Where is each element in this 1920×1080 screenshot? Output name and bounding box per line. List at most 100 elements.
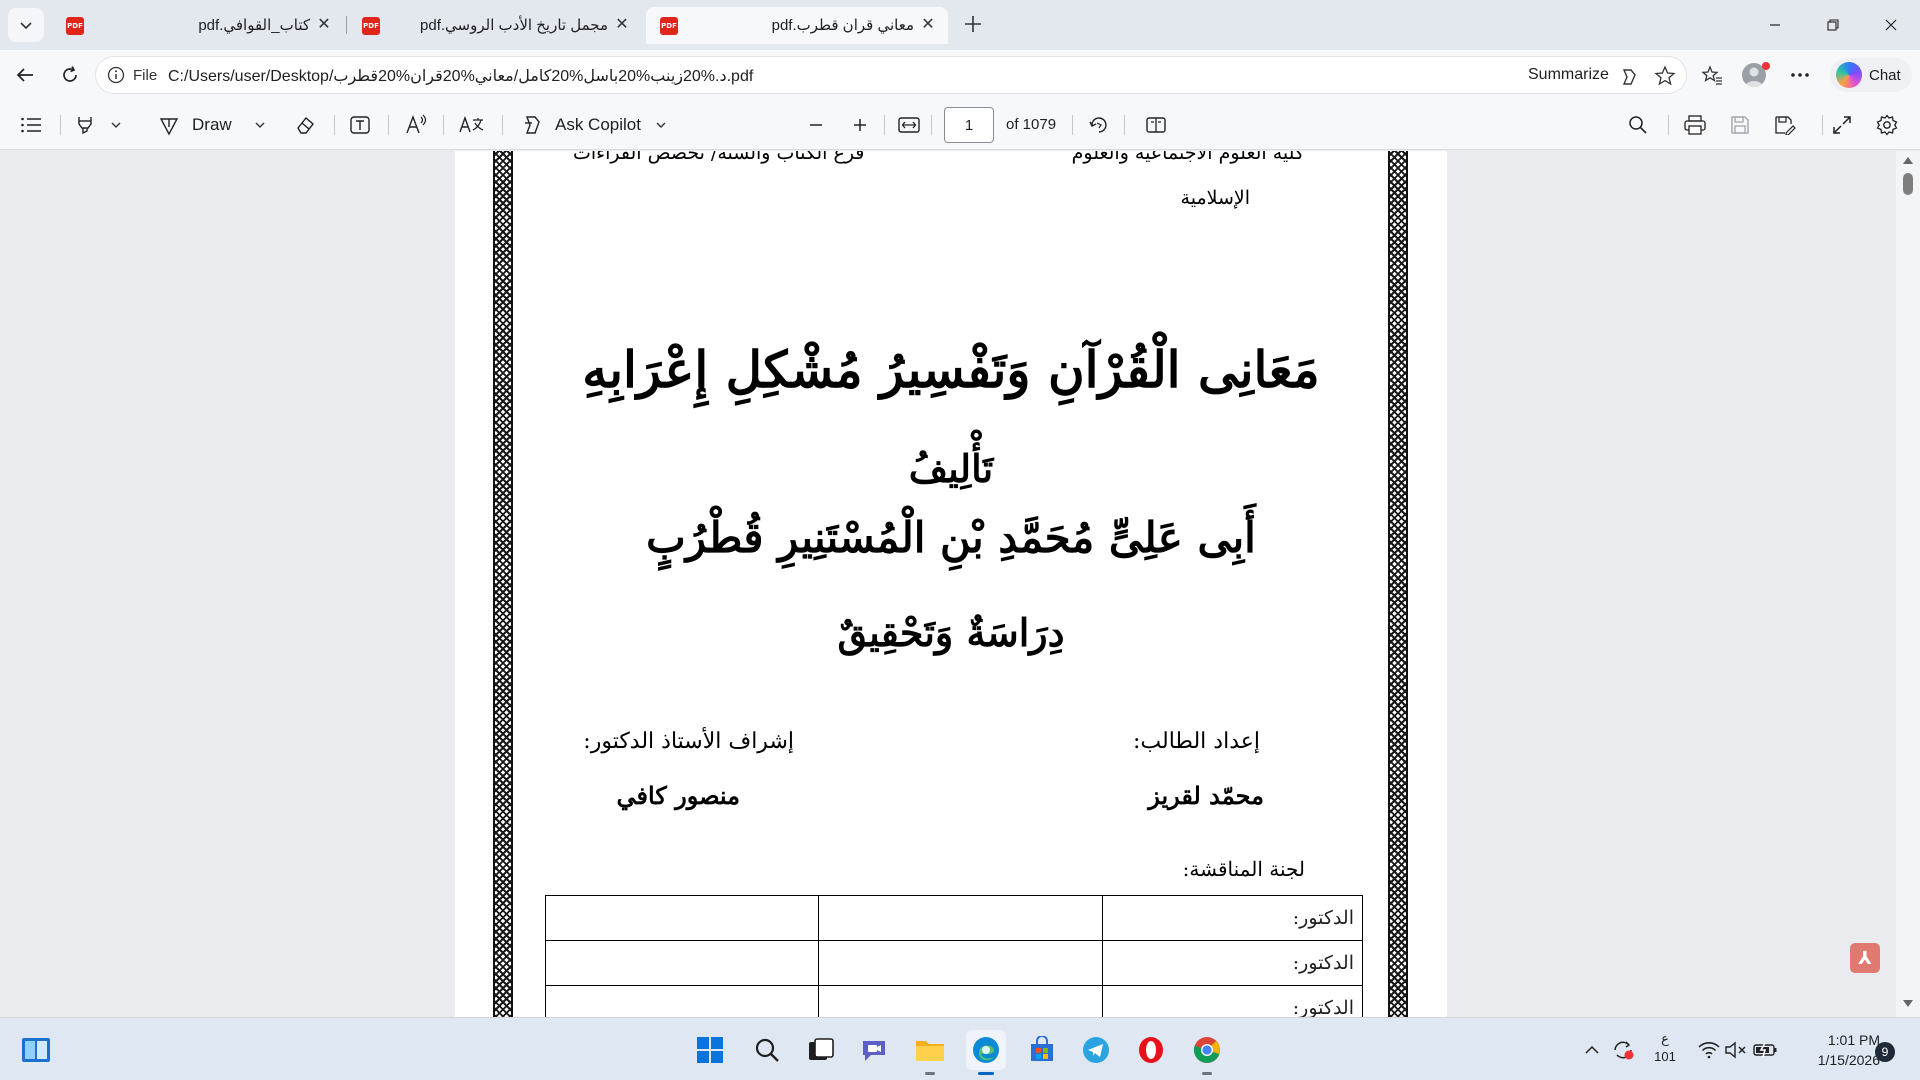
- tab-maani-quran[interactable]: PDF معاني قران قطرب.pdf ✕: [646, 7, 948, 44]
- decorative-page-border-left: [493, 151, 513, 1017]
- close-tab-icon[interactable]: ✕: [612, 14, 632, 34]
- toolbar-separator: [443, 115, 444, 135]
- minimize-button[interactable]: [1746, 0, 1804, 50]
- rotate-button[interactable]: [1088, 109, 1110, 141]
- close-window-button[interactable]: [1862, 0, 1920, 50]
- fit-width-icon: [898, 117, 920, 133]
- draw-options-dropdown[interactable]: [254, 109, 266, 141]
- eraser-icon: [297, 116, 314, 134]
- microsoft-store-button[interactable]: [1022, 1030, 1062, 1070]
- file-explorer-button[interactable]: [910, 1030, 950, 1075]
- save-button[interactable]: [1730, 109, 1750, 141]
- network-button[interactable]: [1696, 1018, 1722, 1080]
- full-screen-button[interactable]: [1832, 109, 1852, 141]
- system-clock[interactable]: 1:01 PM 1/15/2026: [1790, 1030, 1880, 1070]
- scrollbar-thumb[interactable]: [1903, 173, 1913, 195]
- favorite-star-icon[interactable]: [1654, 65, 1676, 92]
- sync-status-button[interactable]: [1608, 1018, 1638, 1080]
- tab-title: معاني قران قطرب.pdf: [771, 17, 914, 34]
- clock-date: 1/15/2026: [1817, 1052, 1880, 1068]
- committee-table: الدكتور: الدكتور: الدكتور:: [545, 895, 1363, 1017]
- copilot-chat-button[interactable]: Chat: [1830, 58, 1912, 92]
- show-hidden-icons-button[interactable]: [1580, 1018, 1604, 1080]
- zoom-in-button[interactable]: [852, 109, 868, 141]
- table-cell: [818, 940, 1103, 986]
- start-button[interactable]: [690, 1030, 730, 1070]
- prepared-by-label: إعداد الطالب:: [1133, 729, 1260, 754]
- notification-badge[interactable]: 9: [1875, 1042, 1895, 1062]
- plus-icon: [854, 119, 866, 131]
- search-taskbar-button[interactable]: [747, 1030, 787, 1070]
- two-page-view-icon: [1146, 117, 1166, 133]
- edge-browser-button[interactable]: [966, 1030, 1006, 1075]
- read-aloud-button[interactable]: [405, 109, 429, 141]
- wifi-icon: [1698, 1041, 1720, 1058]
- task-view-button[interactable]: [801, 1030, 841, 1070]
- chevron-down-icon: [20, 22, 32, 30]
- tab-qawafi[interactable]: PDF كتاب_القوافي.pdf ✕: [52, 7, 344, 44]
- back-button[interactable]: [8, 58, 42, 92]
- refresh-button[interactable]: [53, 58, 87, 92]
- url-scheme-label: File: [133, 67, 158, 84]
- text-box-icon: [350, 116, 370, 134]
- summarize-button[interactable]: Summarize: [1528, 66, 1609, 84]
- ask-copilot-button[interactable]: Ask Copilot: [520, 109, 667, 141]
- table-cell: الدكتور:: [1102, 895, 1363, 941]
- battery-button[interactable]: [1752, 1018, 1780, 1080]
- list-icon: [21, 117, 41, 133]
- site-info-icon[interactable]: [107, 66, 125, 89]
- toolbar-separator: [1072, 115, 1073, 135]
- teams-chat-button[interactable]: [855, 1030, 895, 1070]
- ellipsis-icon: [1791, 73, 1809, 77]
- find-button[interactable]: [1628, 109, 1648, 141]
- arrow-left-icon: [16, 68, 33, 82]
- highlight-options-dropdown[interactable]: [110, 109, 122, 141]
- new-tab-button[interactable]: [958, 9, 988, 39]
- translate-button[interactable]: [459, 109, 485, 141]
- scroll-up-arrow-icon[interactable]: [1903, 157, 1913, 164]
- fit-width-button[interactable]: [898, 109, 920, 141]
- opera-button[interactable]: [1131, 1030, 1171, 1070]
- highlight-button[interactable]: [74, 109, 96, 141]
- tab-russian-literature[interactable]: PDF مجمل تاريخ الأدب الروسي.pdf ✕: [348, 7, 642, 44]
- pdf-page[interactable]: فرع الكتاب والسنة/ تخصص القراءات كلية ال…: [455, 151, 1447, 1017]
- gear-icon: [1876, 114, 1898, 136]
- widgets-button[interactable]: [16, 1030, 56, 1070]
- vertical-scrollbar[interactable]: [1896, 151, 1920, 1017]
- tab-strip: PDF كتاب_القوافي.pdf ✕ PDF مجمل تاريخ ال…: [0, 0, 1920, 50]
- add-text-button[interactable]: [349, 109, 371, 141]
- copilot-summarize-icon[interactable]: [1618, 66, 1640, 93]
- pdf-viewer-area[interactable]: فرع الكتاب والسنة/ تخصص القراءات كلية ال…: [0, 151, 1920, 1017]
- restore-button[interactable]: [1804, 0, 1862, 50]
- save-as-button[interactable]: [1774, 109, 1796, 141]
- close-tab-icon[interactable]: ✕: [918, 14, 938, 34]
- pdf-toolbar: Draw Ask Copilot 1 of 1079: [0, 100, 1920, 150]
- pdf-file-icon: PDF: [362, 17, 380, 35]
- close-tab-icon[interactable]: ✕: [314, 14, 334, 34]
- telegram-button[interactable]: [1076, 1030, 1116, 1070]
- pdf-settings-button[interactable]: [1876, 109, 1898, 141]
- url-text[interactable]: C:/Users/user/Desktop/د.%20زينب%20باسل%2…: [168, 66, 753, 86]
- plus-icon: [965, 16, 981, 32]
- tab-actions-menu-button[interactable]: [8, 8, 44, 42]
- scroll-down-arrow-icon[interactable]: [1903, 1000, 1913, 1007]
- page-number-input[interactable]: 1: [944, 107, 994, 143]
- contents-button[interactable]: [20, 109, 42, 141]
- more-options-button[interactable]: [1783, 58, 1817, 92]
- print-button[interactable]: [1684, 109, 1706, 141]
- table-cell: [818, 895, 1103, 941]
- erase-button[interactable]: [294, 109, 316, 141]
- volume-button[interactable]: [1724, 1018, 1748, 1080]
- page-view-button[interactable]: [1145, 109, 1167, 141]
- chrome-button[interactable]: [1187, 1030, 1227, 1075]
- acrobat-pdf-icon[interactable]: ⅄: [1850, 943, 1880, 973]
- committee-label: لجنة المناقشة:: [1182, 857, 1305, 881]
- table-cell: الدكتور:: [1102, 940, 1363, 986]
- input-language-indicator[interactable]: ع 101: [1650, 1030, 1680, 1066]
- draw-button[interactable]: Draw: [158, 109, 232, 141]
- zoom-out-button[interactable]: [808, 109, 824, 141]
- favorites-button[interactable]: [1695, 58, 1729, 92]
- address-bar[interactable]: File C:/Users/user/Desktop/د.%20زينب%20ب…: [95, 56, 1687, 94]
- toolbar-separator: [334, 115, 335, 135]
- folder-icon: [916, 1041, 944, 1061]
